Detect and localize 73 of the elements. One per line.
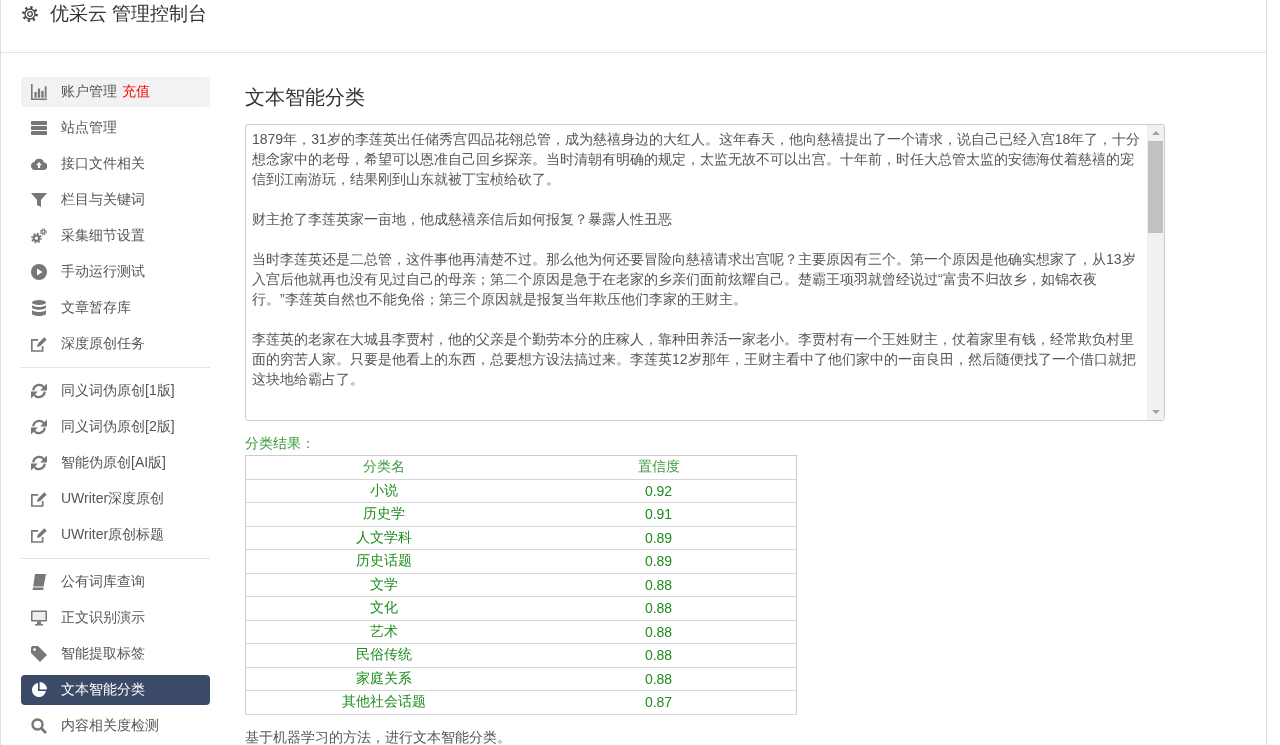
article-text-field[interactable] xyxy=(245,124,1165,421)
table-cell: 0.88 xyxy=(521,596,797,620)
book-icon xyxy=(31,574,47,590)
bar-chart-icon xyxy=(31,84,47,100)
sidebar-menu-item[interactable]: 正文识别演示 xyxy=(21,603,210,633)
database-icon xyxy=(31,300,47,316)
result-label: 分类结果： xyxy=(245,434,316,452)
gears-icon xyxy=(31,228,47,244)
table-cell: 0.88 xyxy=(521,573,797,597)
settings-icon xyxy=(22,6,38,22)
sidebar-menu-item[interactable]: 内容相关度检测 xyxy=(21,711,210,741)
sidebar-menu-item[interactable]: 手动运行测试 xyxy=(21,257,210,287)
sidebar-menu-item[interactable]: 站点管理 xyxy=(21,113,210,143)
sidebar-menu-item[interactable]: 智能伪原创[AI版] xyxy=(21,448,210,478)
article-paragraph: 1879年，31岁的李莲英出任储秀宫四品花翎总管，成为慈禧身边的大红人。这年春天，他向慈禧提出了一个请求，说自己已经入宫18年了，十分想念家中的老母，希望可以恩准自己回乡探亲。当时清朝有明确的规定，太监无故不可以出宫。十年前，时任大总管太监的安德海仗着慈禧的宠信到江南游玩，结果刚到山东就被丁宝桢给砍了。 xyxy=(252,130,1141,189)
sidebar-menu-item[interactable]: 接口文件相关 xyxy=(21,149,210,179)
pie-chart-icon xyxy=(31,682,47,698)
article-paragraph: 李莲英的老家在大城县李贾村，他的父亲是个勤劳本分的庄稼人，靠种田养活一家老小。李贾村有一个王姓财主，仗着家里有钱，经常欺负村里面的穷苦人家。只要是他看上的东西，总要想方设法搞过来。李莲英12岁那年，王财主看中了他们家中的一亩良田，然后随便找了一个借口就把这块地给霸占了。 xyxy=(252,330,1137,389)
sidebar-menu-item[interactable]: 账户管理 充值 xyxy=(21,77,210,107)
sidebar-menu-item[interactable]: 深度原创任务 xyxy=(21,329,210,359)
table-cell: 家庭关系 xyxy=(245,667,521,691)
cloud-upload-icon xyxy=(31,156,47,172)
sidebar-menu-item[interactable]: 同义词伪原创[2版] xyxy=(21,412,210,442)
search-icon xyxy=(31,718,47,734)
table-cell: 民俗传统 xyxy=(245,643,521,667)
column-header: 置信度 xyxy=(521,455,797,479)
scrollbar[interactable] xyxy=(1147,125,1164,420)
table-cell: 0.88 xyxy=(521,667,797,691)
table-cell: 0.92 xyxy=(521,479,797,503)
refresh-icon xyxy=(31,419,47,435)
edit-icon xyxy=(31,336,47,352)
recharge-link[interactable]: 充值 xyxy=(122,83,150,101)
table-cell: 文学 xyxy=(245,573,521,597)
table-cell: 小说 xyxy=(245,479,521,503)
table-cell: 文化 xyxy=(245,596,521,620)
monitor-icon xyxy=(31,610,47,626)
down-arrow-icon[interactable] xyxy=(1151,410,1160,414)
article-paragraph: 财主抢了李莲英家一亩地，他成慈禧亲信后如何报复？暴露人性丑恶 xyxy=(252,210,673,229)
refresh-icon xyxy=(31,455,47,471)
table-cell: 0.89 xyxy=(521,549,797,573)
sidebar-menu-item[interactable]: UWriter深度原创 xyxy=(21,484,210,514)
edit-icon xyxy=(31,527,47,543)
sidebar-menu-item[interactable]: 同义词伪原创[1版] xyxy=(21,376,210,406)
table-cell: 艺术 xyxy=(245,620,521,644)
table-cell: 0.91 xyxy=(521,502,797,526)
sidebar-menu-item[interactable]: 栏目与关键词 xyxy=(21,185,210,215)
article-paragraph: 当时李莲英还是二总管，这件事他再清楚不过。那么他为何还要冒险向慈禧请求出宫呢？主要原因有三个。第一个原因是他确实想家了，从13岁入宫后他就再也没有见过自己的母亲；第二个原因是急于在老家的乡亲们面前炫耀自己。楚霸王项羽就曾经说过“富贵不归故乡，如锦衣夜行。”李莲英自然也不能免俗；第三个原因就是报复当年欺压他们李家的王财主。 xyxy=(252,250,1137,309)
table-cell: 人文学科 xyxy=(245,526,521,550)
filter-icon xyxy=(31,192,47,208)
sidebar-menu-item[interactable]: 采集细节设置 xyxy=(21,221,210,251)
tag-icon xyxy=(31,646,47,662)
sidebar-menu-item[interactable]: 文章暂存库 xyxy=(21,293,210,323)
sidebar-menu-item[interactable]: UWriter原创标题 xyxy=(21,520,210,550)
table-cell: 0.88 xyxy=(521,620,797,644)
table-cell: 0.88 xyxy=(521,643,797,667)
play-icon xyxy=(31,264,47,280)
server-icon xyxy=(31,120,47,136)
sidebar-menu-item[interactable]: 公有词库查询 xyxy=(21,567,210,597)
edit-icon xyxy=(31,491,47,507)
up-arrow-icon[interactable] xyxy=(1151,131,1160,135)
description-text: 基于机器学习的方法，进行文本智能分类。 xyxy=(245,727,512,745)
table-cell: 其他社会话题 xyxy=(245,690,521,714)
scrollbar-thumb[interactable] xyxy=(1148,141,1163,233)
table-cell: 历史学 xyxy=(245,502,521,526)
refresh-icon xyxy=(31,383,47,399)
page-title: 文本智能分类 xyxy=(245,85,366,110)
table-cell: 0.87 xyxy=(521,690,797,714)
app-title: 优采云 管理控制台 xyxy=(50,2,208,26)
table-cell: 0.89 xyxy=(521,526,797,550)
sidebar-menu-item[interactable]: 智能提取标签 xyxy=(21,639,210,669)
sidebar-menu-item[interactable]: 文本智能分类 xyxy=(21,675,210,705)
column-header: 分类名 xyxy=(245,455,521,479)
table-cell: 历史话题 xyxy=(245,549,521,573)
